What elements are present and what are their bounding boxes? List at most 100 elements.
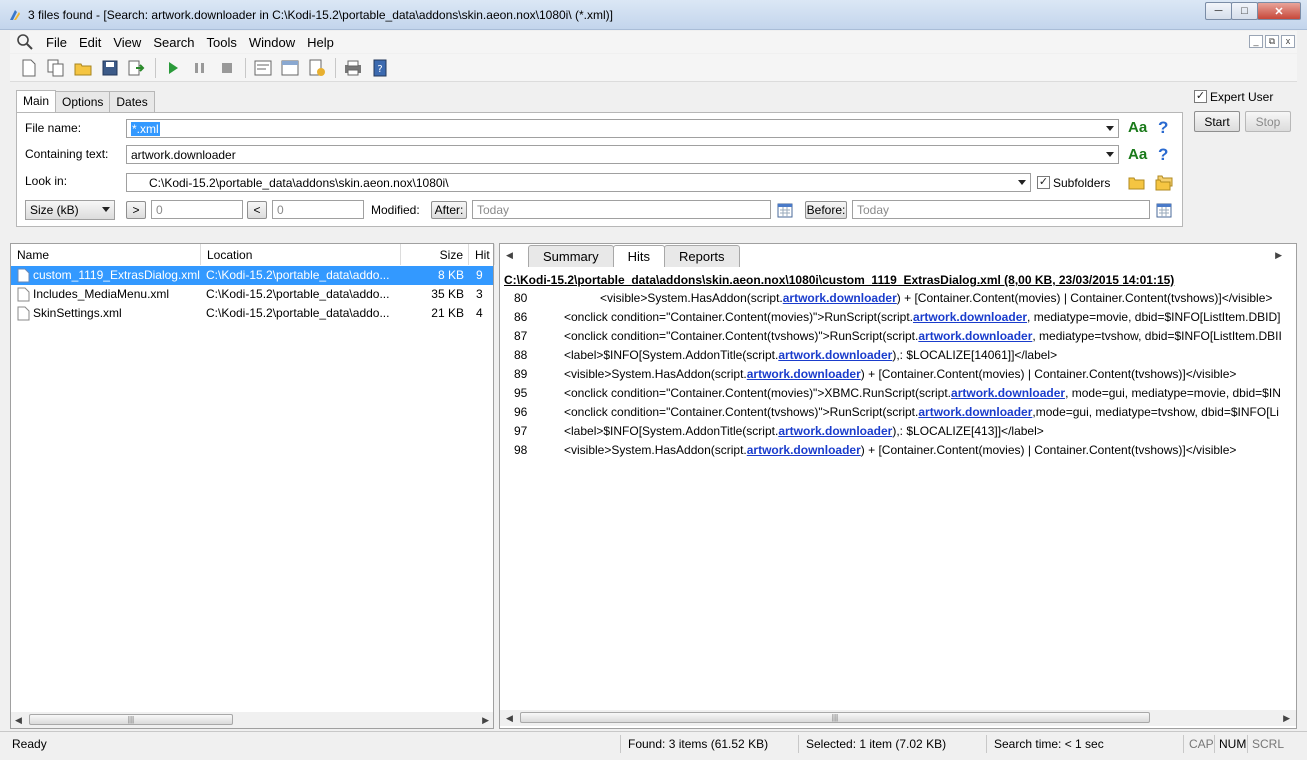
- after-date-input[interactable]: Today: [472, 200, 771, 219]
- hit-line[interactable]: 98 <visible>System.HasAddon(script.artwo…: [500, 441, 1296, 460]
- hit-line[interactable]: 95 <onclick condition="Container.Content…: [500, 384, 1296, 403]
- tab-summary[interactable]: Summary: [528, 245, 614, 267]
- scroll-right-icon[interactable]: ▶: [1283, 713, 1290, 724]
- hit-match[interactable]: artwork.downloader: [913, 310, 1027, 324]
- hit-match[interactable]: artwork.downloader: [783, 291, 897, 305]
- hit-match[interactable]: artwork.downloader: [918, 329, 1032, 343]
- export-icon[interactable]: [126, 57, 148, 79]
- hit-match[interactable]: artwork.downloader: [778, 424, 892, 438]
- hit-match[interactable]: artwork.downloader: [747, 443, 861, 457]
- match-case-button[interactable]: Aa: [1128, 146, 1147, 163]
- mdi-close-button[interactable]: x: [1281, 35, 1295, 48]
- browse-folder-icon[interactable]: [1128, 175, 1146, 191]
- hits-file-header[interactable]: C:\Kodi-15.2\portable_data\addons\skin.a…: [504, 273, 1174, 287]
- help-icon[interactable]: ?: [1158, 145, 1168, 165]
- menu-tools[interactable]: Tools: [201, 35, 243, 50]
- scroll-thumb[interactable]: |||: [520, 712, 1150, 723]
- play-icon[interactable]: [162, 57, 184, 79]
- table-row[interactable]: Includes_MediaMenu.xml C:\Kodi-15.2\port…: [11, 285, 493, 304]
- tab-options[interactable]: Options: [55, 91, 111, 112]
- containing-text-combo[interactable]: artwork.downloader: [126, 145, 1119, 164]
- pause-icon[interactable]: [189, 57, 211, 79]
- subfolders-checkbox[interactable]: ✓: [1037, 176, 1050, 189]
- tab-dates[interactable]: Dates: [109, 91, 155, 112]
- status-search-time: Search time: < 1 sec: [994, 737, 1104, 751]
- tab-scroll-right-icon[interactable]: ▶: [1275, 250, 1282, 261]
- wrap-icon[interactable]: [252, 57, 274, 79]
- column-hit[interactable]: Hit: [469, 244, 495, 265]
- hit-line[interactable]: 86 <onclick condition="Container.Content…: [500, 308, 1296, 327]
- menu-help[interactable]: Help: [301, 35, 340, 50]
- hit-line[interactable]: 96 <onclick condition="Container.Content…: [500, 403, 1296, 422]
- tab-main[interactable]: Main: [16, 90, 57, 112]
- table-row[interactable]: SkinSettings.xml C:\Kodi-15.2\portable_d…: [11, 304, 493, 323]
- column-location[interactable]: Location: [201, 244, 401, 265]
- expert-user-checkbox[interactable]: ✓: [1194, 90, 1207, 103]
- tab-hits[interactable]: Hits: [612, 245, 666, 267]
- multi-folder-icon[interactable]: [1155, 175, 1173, 191]
- menu-file[interactable]: File: [40, 35, 73, 50]
- open-icon[interactable]: [72, 57, 94, 79]
- hit-line[interactable]: 89 <visible>System.HasAddon(script.artwo…: [500, 365, 1296, 384]
- hit-line[interactable]: 80 <visible>System.HasAddon(script.artwo…: [500, 289, 1296, 308]
- file-size: 21 KB: [431, 306, 464, 320]
- status-state: Ready: [12, 737, 47, 751]
- help-book-icon[interactable]: ?: [369, 57, 391, 79]
- start-button[interactable]: Start: [1194, 111, 1240, 132]
- copy-icon[interactable]: [45, 57, 67, 79]
- dropdown-arrow-icon[interactable]: [1106, 152, 1114, 157]
- size-mode-value: Size (kB): [30, 203, 79, 217]
- scroll-right-icon[interactable]: ▶: [482, 715, 489, 726]
- column-size[interactable]: Size: [401, 244, 469, 265]
- mdi-minimize-button[interactable]: _: [1249, 35, 1263, 48]
- hit-line[interactable]: 97 <label>$INFO[System.AddonTitle(script…: [500, 422, 1296, 441]
- size-mode-select[interactable]: Size (kB): [25, 200, 115, 220]
- match-case-button[interactable]: Aa: [1128, 119, 1147, 136]
- dropdown-arrow-icon[interactable]: [1018, 180, 1026, 185]
- before-date-input[interactable]: Today: [852, 200, 1150, 219]
- greater-than-button[interactable]: >: [126, 201, 146, 219]
- menu-view[interactable]: View: [107, 35, 147, 50]
- size-min-input[interactable]: 0: [151, 200, 243, 219]
- stop-icon[interactable]: [216, 57, 238, 79]
- save-icon[interactable]: [99, 57, 121, 79]
- stop-button[interactable]: Stop: [1245, 111, 1291, 132]
- new-icon[interactable]: [18, 57, 40, 79]
- horizontal-scrollbar[interactable]: ◀ ||| ▶: [11, 712, 493, 728]
- file-name-combo[interactable]: *.xml: [126, 119, 1119, 138]
- calendar-icon[interactable]: [777, 202, 793, 218]
- size-max-input[interactable]: 0: [272, 200, 364, 219]
- hit-match[interactable]: artwork.downloader: [951, 386, 1065, 400]
- less-than-button[interactable]: <: [247, 201, 267, 219]
- mdi-restore-button[interactable]: ⧉: [1265, 35, 1279, 48]
- menu-window[interactable]: Window: [243, 35, 301, 50]
- hit-match[interactable]: artwork.downloader: [778, 348, 892, 362]
- scroll-left-icon[interactable]: ◀: [15, 715, 22, 726]
- column-name[interactable]: Name: [11, 244, 201, 265]
- maximize-button[interactable]: □: [1231, 2, 1258, 20]
- hit-line[interactable]: 87 <onclick condition="Container.Content…: [500, 327, 1296, 346]
- calendar-icon[interactable]: [1156, 202, 1172, 218]
- scroll-thumb[interactable]: |||: [29, 714, 233, 725]
- hit-match[interactable]: artwork.downloader: [747, 367, 861, 381]
- menu-search[interactable]: Search: [147, 35, 200, 50]
- dropdown-arrow-icon[interactable]: [102, 207, 110, 212]
- print-icon[interactable]: [342, 57, 364, 79]
- scroll-left-icon[interactable]: ◀: [506, 713, 513, 724]
- dropdown-arrow-icon[interactable]: [1106, 126, 1114, 131]
- close-button[interactable]: ✕: [1257, 2, 1301, 20]
- menu-edit[interactable]: Edit: [73, 35, 107, 50]
- horizontal-scrollbar[interactable]: ◀ ||| ▶: [500, 710, 1296, 726]
- table-row[interactable]: custom_1119_ExtrasDialog.xml C:\Kodi-15.…: [11, 266, 493, 285]
- hit-match[interactable]: artwork.downloader: [918, 405, 1032, 419]
- properties-icon[interactable]: [306, 57, 328, 79]
- hit-line[interactable]: 88 <label>$INFO[System.AddonTitle(script…: [500, 346, 1296, 365]
- after-button[interactable]: After:: [431, 201, 467, 219]
- layout-icon[interactable]: [279, 57, 301, 79]
- help-icon[interactable]: ?: [1158, 118, 1168, 138]
- minimize-button[interactable]: ─: [1205, 2, 1232, 20]
- before-button[interactable]: Before:: [805, 201, 847, 219]
- look-in-combo[interactable]: C:\Kodi-15.2\portable_data\addons\skin.a…: [126, 173, 1031, 192]
- tab-reports[interactable]: Reports: [664, 245, 740, 267]
- tab-scroll-left-icon[interactable]: ◀: [506, 250, 513, 261]
